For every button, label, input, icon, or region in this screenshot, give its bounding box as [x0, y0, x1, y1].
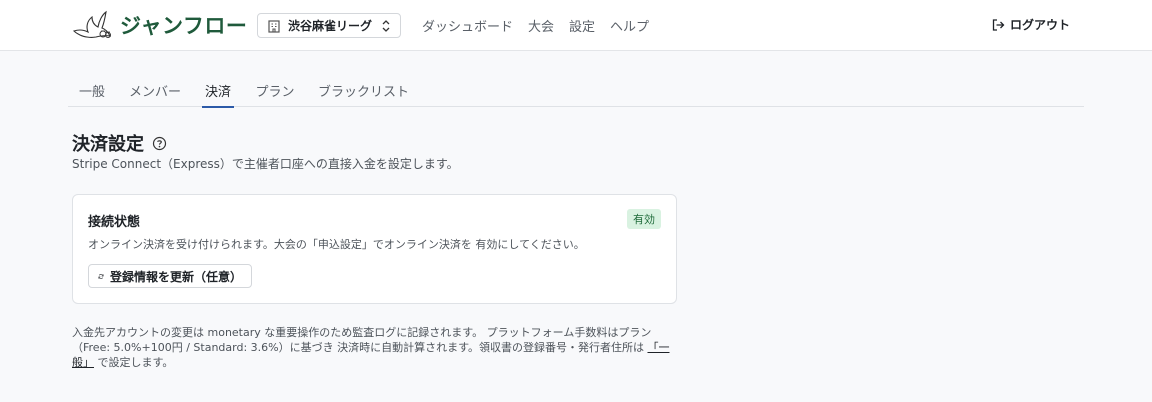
footnote-text: 入金先アカウントの変更は monetary な重要操作のため監査ログに記録されま…	[72, 326, 652, 354]
app-title: ジャンフロー	[120, 14, 248, 38]
status-badge: 有効	[627, 209, 661, 229]
logout-label: ログアウト	[1009, 18, 1070, 32]
nav-tournaments[interactable]: 大会	[528, 16, 554, 35]
settings-tabs: 一般 メンバー 決済 プラン ブラックリスト	[68, 78, 1084, 108]
tab-members[interactable]: メンバー	[128, 81, 182, 107]
footnote: 入金先アカウントの変更は monetary な重要操作のため監査ログに記録されま…	[72, 325, 682, 370]
building-icon	[268, 19, 280, 33]
update-registration-label: 登録情報を更新（任意）	[109, 269, 242, 284]
section-header: 決済設定	[72, 130, 167, 156]
top-bar: ジャンフロー 渋谷麻雀リーグ ダッシュボード 大会 設定 ヘルプ ログアウト	[0, 0, 1152, 51]
refresh-icon	[98, 273, 104, 279]
organization-name: 渋谷麻雀リーグ	[288, 19, 373, 33]
tab-plan[interactable]: プラン	[255, 81, 295, 107]
nav-settings[interactable]: 設定	[569, 16, 595, 35]
organization-select[interactable]: 渋谷麻雀リーグ	[257, 13, 401, 38]
page-subtitle: Stripe Connect（Express）で主催者口座への直接入金を設定しま…	[72, 157, 459, 171]
dove-icon	[72, 10, 111, 38]
card-description: オンライン決済を受け付けられます。大会の「申込設定」でオンライン決済を 有効にし…	[88, 238, 585, 251]
footnote-suffix: で設定します。	[94, 356, 174, 369]
main-nav: ダッシュボード 大会 設定 ヘルプ	[422, 16, 649, 35]
nav-help[interactable]: ヘルプ	[610, 16, 649, 35]
tab-payments[interactable]: 決済	[202, 81, 234, 108]
tab-general[interactable]: 一般	[78, 81, 106, 107]
help-icon[interactable]	[152, 136, 167, 151]
app-logo[interactable]: ジャンフロー	[72, 9, 247, 41]
tab-blacklist[interactable]: ブラックリスト	[318, 81, 409, 107]
logout-icon	[992, 18, 1005, 31]
card-title: 接続状態	[88, 215, 141, 230]
update-registration-button[interactable]: 登録情報を更新（任意）	[88, 264, 252, 288]
chevron-up-down-icon	[382, 19, 390, 32]
page-title: 決済設定	[72, 134, 144, 155]
nav-dashboard[interactable]: ダッシュボード	[422, 16, 513, 35]
logout-button[interactable]: ログアウト	[991, 16, 1070, 33]
connection-status-card: 接続状態 有効 オンライン決済を受け付けられます。大会の「申込設定」でオンライン…	[72, 194, 677, 304]
